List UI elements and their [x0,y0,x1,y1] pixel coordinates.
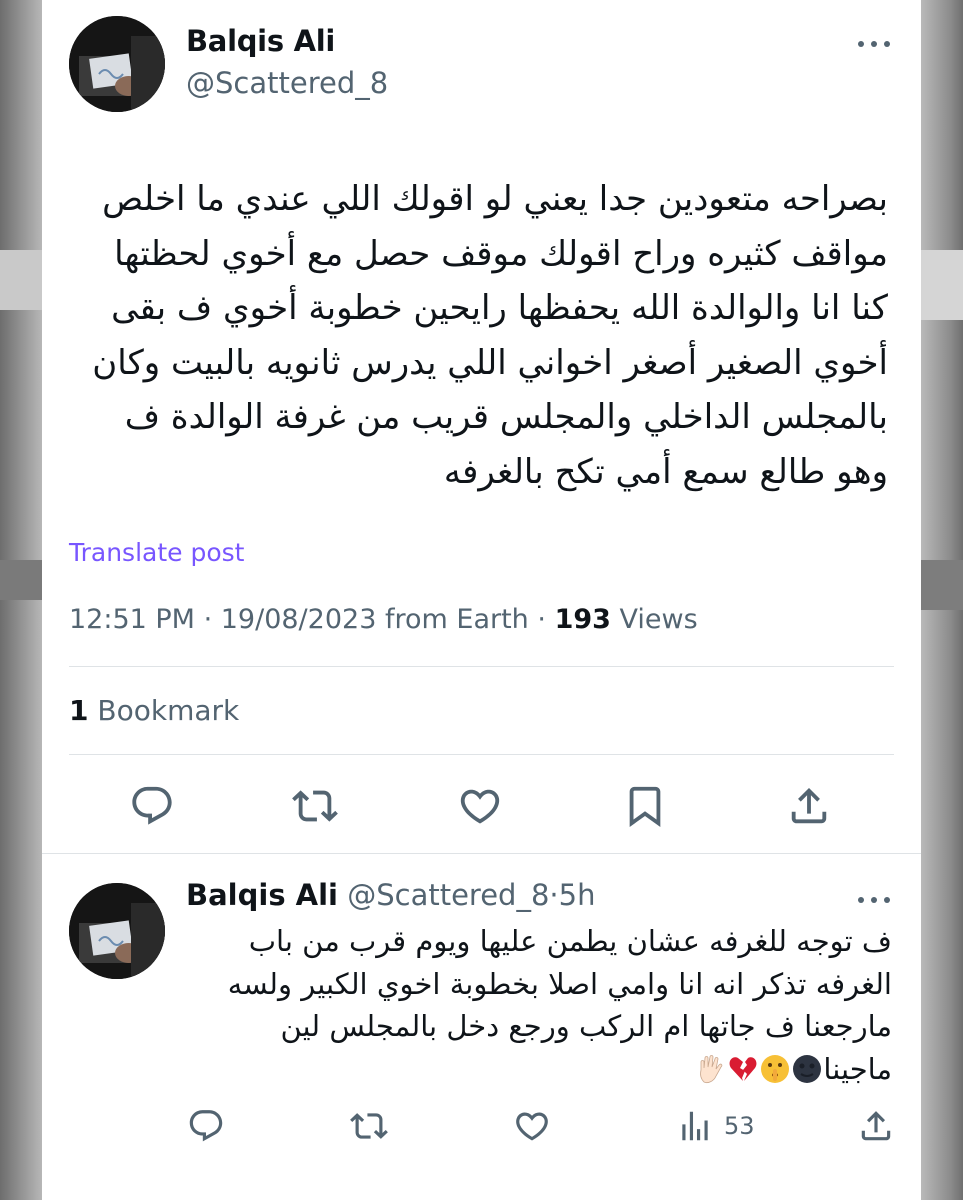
reply-button[interactable] [187,1104,225,1148]
tweet-text-line: كنا انا والوالدة الله يحفظها رايحين خطوب… [111,288,888,329]
share-icon [791,787,827,824]
like-button[interactable] [456,782,504,830]
retweet-icon [292,790,338,822]
reply-text-line: الغرفه تذكر انه انا وامي اصلا بخطوبة اخو… [227,966,892,1001]
shushing-face-emoji [761,1054,790,1083]
tweet-text-line: وهو طالع سمع أمي تكح بالغرفه [443,451,888,492]
reply-icon [132,786,172,825]
retweet-button[interactable] [291,782,339,830]
divider [69,666,894,667]
divider [69,754,894,755]
avatar[interactable] [69,16,165,112]
reply-avatar[interactable] [69,883,165,979]
tweet-meta: 12:51 PM · 19/08/2023 from Earth · 193 V… [69,604,698,635]
views-label: Views [619,604,698,635]
tweet-text-line: مواقف كثيره وراح اقولك موقف حصل مع أخوي … [114,233,888,274]
tweet-text-line: أخوي الصغير أصغر اخواني اللي يدرس ثانويه… [92,342,888,383]
author-handle[interactable]: @Scattered_8 [186,66,388,100]
tweet-time[interactable]: 12:51 PM [69,604,195,635]
views-button[interactable]: 53 [676,1104,755,1148]
bookmark-count: 1 [69,694,89,727]
reply-button[interactable] [128,782,176,830]
reply-author-name[interactable]: Balqis Ali [186,878,338,912]
reply-text: ف توجه للغرفه عشان يطمن عليها ويوم قرب م… [192,920,892,1090]
avatar-image [69,883,165,979]
tweet-text: بصراحه متعودين جدا يعني لو اقولك اللي عن… [82,172,888,500]
bookmark-icon [629,786,661,827]
more-options-icon[interactable] [854,890,894,910]
tweet-source: from Earth [384,604,529,635]
more-options-icon[interactable] [854,34,894,54]
translate-link[interactable]: Translate post [69,538,244,567]
background-left-edge [0,0,42,1200]
share-icon [861,1111,891,1141]
like-button[interactable] [513,1104,551,1148]
bookmark-stats[interactable]: 1 Bookmark [69,694,239,727]
background-right-edge [921,0,963,1200]
raised-hand-emoji [700,1054,723,1083]
reply-text-line: ف توجه للغرفه عشان يطمن عليها ويوم قرب م… [248,924,892,958]
new-moon-face-emoji [793,1054,822,1083]
bookmark-label: Bookmark [97,694,240,727]
tweet-text-line: بالمجلس الداخلي والمجلس قريب من غرفة الو… [124,397,888,438]
share-button[interactable] [857,1104,895,1148]
reply-time[interactable]: 5h [559,878,596,912]
avatar-image [69,16,165,112]
bookmark-button[interactable] [621,782,669,830]
reply-author-handle[interactable]: @Scattered_8 [347,878,549,912]
author-name[interactable]: Balqis Ali [186,24,335,58]
reply-text-line: ماجينا [823,1051,892,1086]
share-button[interactable] [785,782,833,830]
like-icon [516,1112,548,1141]
views-icon [682,1111,708,1141]
tweet-card: Balqis Ali @Scattered_8 بصراحه متعودين ج… [42,0,921,1200]
like-icon [460,789,500,824]
views-count: 193 [554,604,611,635]
section-divider [42,853,921,854]
reply-text-line: مارجعنا ف جاتها ام الركب ورجع دخل بالمجل… [280,1009,892,1043]
tweet-date[interactable]: 19/08/2023 [221,604,377,635]
retweet-button[interactable] [350,1104,388,1148]
reply-separator: · [549,878,559,912]
reply-text-line-last: ماجينا [192,1048,892,1091]
reply-views-count: 53 [724,1112,755,1140]
retweet-icon [350,1113,388,1139]
tweet-text-line: بصراحه متعودين جدا يعني لو اقولك اللي عن… [102,179,888,219]
broken-heart-emoji [729,1056,757,1081]
reply-header: Balqis Ali @Scattered_8·5h [186,878,595,912]
reply-icon [189,1110,223,1142]
